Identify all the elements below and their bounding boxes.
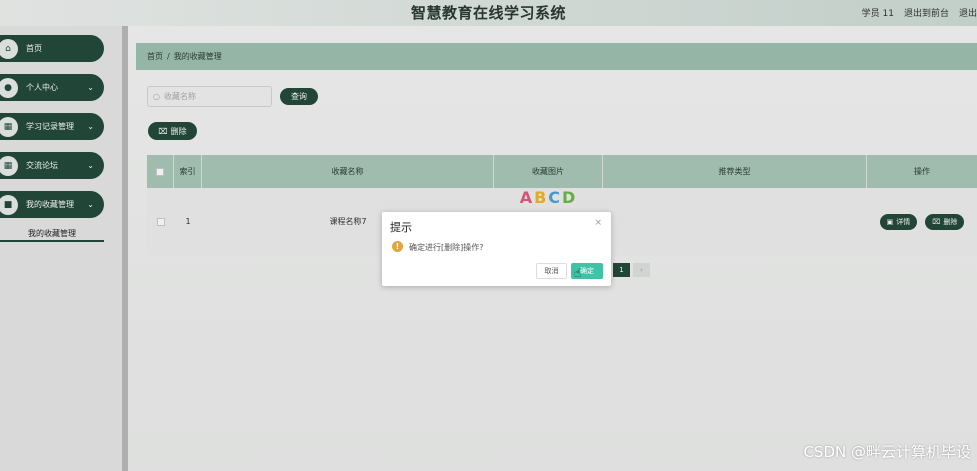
warning-icon: ! <box>392 241 403 252</box>
watermark: CSDN @畔云计算机毕设 <box>803 443 971 461</box>
dialog-message: 确定进行[删除]操作? <box>409 243 484 252</box>
cancel-button[interactable]: 取消 <box>536 263 567 279</box>
pointer-cursor-icon: ☝ <box>574 266 582 280</box>
close-icon[interactable]: × <box>594 218 602 228</box>
dialog-title: 提示 <box>390 221 412 234</box>
